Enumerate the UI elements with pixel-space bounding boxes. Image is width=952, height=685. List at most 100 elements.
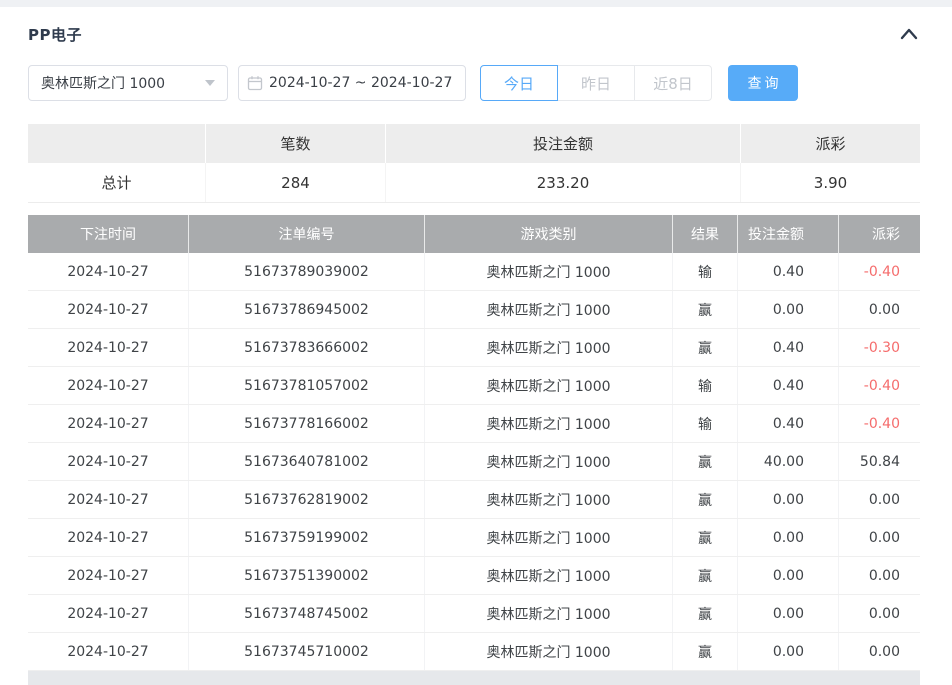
- cell-bet-amount: 0.40: [737, 253, 838, 290]
- cell-payout: 0.00: [838, 557, 920, 594]
- cell-result: 输: [672, 367, 737, 404]
- cell-bet-amount: 0.00: [737, 557, 838, 594]
- cell-order-id: 51673751390002: [188, 557, 424, 594]
- summary-total-label: 总计: [101, 174, 132, 192]
- cell-order-id: 51673781057002: [188, 367, 424, 404]
- cell-game-type: 奥林匹斯之门 1000: [424, 443, 672, 480]
- table-row: 2024-10-27 51673748745002 奥林匹斯之门 1000 赢 …: [28, 595, 920, 633]
- date-range-value: 2024-10-27 ~ 2024-10-27: [269, 75, 453, 91]
- filter-bar: 奥林匹斯之门 1000 2024-10-27 ~ 2024-10-27 今日 昨日…: [28, 65, 920, 101]
- cell-bet-amount: 0.00: [737, 595, 838, 632]
- summary-total-count: 284: [205, 163, 385, 202]
- table-row: 2024-10-27 51673786945002 奥林匹斯之门 1000 赢 …: [28, 291, 920, 329]
- summary-header-blank: [28, 124, 205, 163]
- cell-bet-amount: 0.00: [737, 633, 838, 670]
- game-select[interactable]: 奥林匹斯之门 1000: [28, 65, 228, 101]
- header-order-id: 注单编号: [188, 215, 424, 253]
- cell-bet-amount: 40.00: [737, 443, 838, 480]
- chevron-down-icon: [205, 80, 215, 86]
- cell-game-type: 奥林匹斯之门 1000: [424, 557, 672, 594]
- cell-payout: 0.00: [838, 519, 920, 556]
- cell-result: 赢: [672, 519, 737, 556]
- table-row: 2024-10-27 51673781057002 奥林匹斯之门 1000 输 …: [28, 367, 920, 405]
- cell-bet-time: 2024-10-27: [67, 529, 149, 546]
- cell-bet-time: 2024-10-27: [67, 643, 149, 660]
- cell-order-id: 51673748745002: [188, 595, 424, 632]
- cell-game-type: 奥林匹斯之门 1000: [424, 253, 672, 290]
- table-row: 2024-10-27 51673751390002 奥林匹斯之门 1000 赢 …: [28, 557, 920, 595]
- header-game-type: 游戏类别: [424, 215, 672, 253]
- summary-table: 笔数 投注金额 派彩 总计 284 233.20 3.90: [28, 124, 920, 203]
- page: PP电子 奥林匹斯之门 1000 2024-10-27 ~ 2024-10-27…: [0, 0, 952, 685]
- table-row: 2024-10-27 51673783666002 奥林匹斯之门 1000 赢 …: [28, 329, 920, 367]
- cell-bet-time: 2024-10-27: [67, 415, 149, 432]
- panel-title: PP电子: [28, 25, 82, 44]
- cell-bet-time: 2024-10-27: [67, 339, 149, 356]
- cell-bet-amount: 0.40: [737, 367, 838, 404]
- cell-order-id: 51673778166002: [188, 405, 424, 442]
- collapse-button[interactable]: [898, 23, 920, 45]
- cell-game-type: 奥林匹斯之门 1000: [424, 367, 672, 404]
- cell-bet-time: 2024-10-27: [67, 263, 149, 280]
- table-row: 2024-10-27 51673745710002 奥林匹斯之门 1000 赢 …: [28, 633, 920, 671]
- cell-payout: -0.30: [838, 329, 920, 366]
- cell-order-id: 51673789039002: [188, 253, 424, 290]
- game-select-value: 奥林匹斯之门 1000: [41, 76, 166, 92]
- panel-header: PP电子: [28, 23, 920, 45]
- cell-payout: -0.40: [838, 253, 920, 290]
- summary-header-bet-amount: 投注金额: [385, 124, 740, 163]
- cell-order-id: 51673762819002: [188, 481, 424, 518]
- cell-payout: 0.00: [838, 595, 920, 632]
- summary-total-row: 总计 284 233.20 3.90: [28, 163, 920, 203]
- pp-electronic-panel: PP电子 奥林匹斯之门 1000 2024-10-27 ~ 2024-10-27…: [0, 7, 952, 685]
- cell-result: 赢: [672, 481, 737, 518]
- calendar-icon: [247, 76, 263, 91]
- cell-game-type: 奥林匹斯之门 1000: [424, 519, 672, 556]
- cell-order-id: 51673786945002: [188, 291, 424, 328]
- date-range-picker[interactable]: 2024-10-27 ~ 2024-10-27: [238, 65, 466, 101]
- cell-result: 赢: [672, 291, 737, 328]
- cell-payout: 0.00: [838, 291, 920, 328]
- summary-header-count: 笔数: [205, 124, 385, 163]
- cell-payout: 50.84: [838, 443, 920, 480]
- cell-order-id: 51673640781002: [188, 443, 424, 480]
- cell-bet-amount: 0.00: [737, 519, 838, 556]
- table-row: 2024-10-27 51673778166002 奥林匹斯之门 1000 输 …: [28, 405, 920, 443]
- cell-bet-amount: 0.40: [737, 405, 838, 442]
- bets-table-header: 下注时间 注单编号 游戏类别 结果 投注金额 派彩: [28, 215, 920, 253]
- quick-range-button-2[interactable]: 近8日: [634, 65, 712, 101]
- cell-payout: -0.40: [838, 405, 920, 442]
- page-top-strip: [0, 0, 952, 7]
- cell-bet-time: 2024-10-27: [67, 567, 149, 584]
- cell-game-type: 奥林匹斯之门 1000: [424, 633, 672, 670]
- cell-result: 赢: [672, 557, 737, 594]
- cell-bet-time: 2024-10-27: [67, 377, 149, 394]
- cell-game-type: 奥林匹斯之门 1000: [424, 291, 672, 328]
- quick-range-button-1[interactable]: 昨日: [557, 65, 635, 101]
- chevron-up-icon: [900, 28, 918, 40]
- cell-result: 输: [672, 405, 737, 442]
- cell-payout: 0.00: [838, 633, 920, 670]
- cell-payout: -0.40: [838, 367, 920, 404]
- header-payout: 派彩: [838, 215, 920, 253]
- search-button[interactable]: 查询: [728, 65, 798, 101]
- cell-result: 赢: [672, 595, 737, 632]
- cell-game-type: 奥林匹斯之门 1000: [424, 595, 672, 632]
- header-bet-amount: 投注金额: [737, 215, 838, 253]
- cell-bet-amount: 0.00: [737, 291, 838, 328]
- quick-range-button-0[interactable]: 今日: [480, 65, 558, 101]
- quick-range-group: 今日 昨日 近8日: [480, 65, 712, 101]
- cell-game-type: 奥林匹斯之门 1000: [424, 329, 672, 366]
- cell-order-id: 51673759199002: [188, 519, 424, 556]
- bets-table: 下注时间 注单编号 游戏类别 结果 投注金额 派彩 2024-10-27 516…: [28, 215, 920, 685]
- cell-result: 赢: [672, 443, 737, 480]
- summary-header-row: 笔数 投注金额 派彩: [28, 124, 920, 163]
- cell-game-type: 奥林匹斯之门 1000: [424, 481, 672, 518]
- cell-result: 赢: [672, 633, 737, 670]
- table-body: 2024-10-27 51673789039002 奥林匹斯之门 1000 输 …: [28, 253, 920, 671]
- cell-payout: 0.00: [838, 481, 920, 518]
- table-row: 2024-10-27 51673640781002 奥林匹斯之门 1000 赢 …: [28, 443, 920, 481]
- cell-result: 输: [672, 253, 737, 290]
- table-row: 2024-10-27 51673789039002 奥林匹斯之门 1000 输 …: [28, 253, 920, 291]
- cell-order-id: 51673783666002: [188, 329, 424, 366]
